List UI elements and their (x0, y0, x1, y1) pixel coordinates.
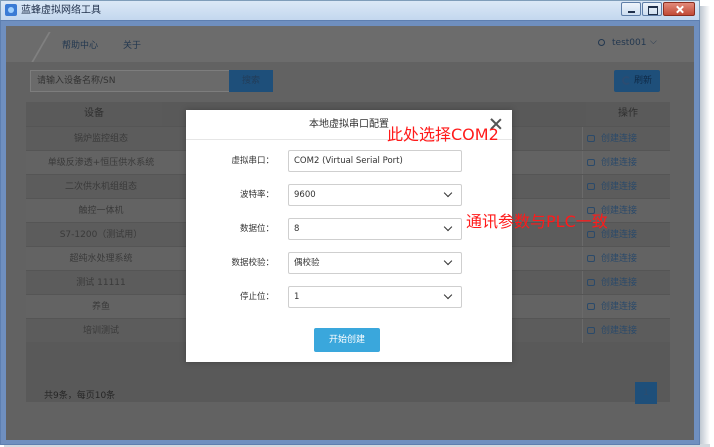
field-label-serial-port: 虚拟串口： (231, 156, 274, 166)
window-shadow-right (700, 6, 710, 446)
chevron-down-icon: ⌵ (650, 37, 657, 47)
column-header-operation: 操作 (586, 102, 670, 126)
device-name: 培训测试 (82, 326, 119, 336)
create-connection-link[interactable]: 创建连接 (582, 247, 672, 271)
parity-value: 偶校验 (294, 258, 320, 268)
link-icon (587, 159, 595, 166)
annotation-params-match-plc: 通讯参数与PLC一致 (466, 212, 608, 231)
top-nav: 帮助中心 关于 test001 ⌵ (6, 26, 694, 62)
pagination-info: 共9条，每页10条 (44, 391, 116, 401)
chevron-down-icon (443, 290, 453, 300)
close-window-button[interactable] (663, 2, 695, 16)
link-icon (587, 255, 595, 262)
stop-bits-value: 1 (294, 292, 300, 302)
chevron-down-icon (443, 188, 453, 198)
app-icon (5, 4, 17, 16)
search-button[interactable]: 搜索 (229, 70, 273, 92)
link-icon (587, 327, 595, 334)
column-header-device: 设备 (26, 102, 162, 126)
link-icon (587, 183, 595, 190)
refresh-icon (622, 76, 631, 85)
create-connection-link[interactable]: 创建连接 (582, 151, 672, 175)
device-name: 锅炉监控组态 (73, 134, 128, 144)
nav-about-link[interactable]: 关于 (123, 38, 141, 51)
link-icon (587, 303, 595, 310)
stop-bits-select[interactable]: 1 (288, 286, 462, 308)
create-connection-link[interactable]: 创建连接 (582, 127, 672, 151)
window-title: 蓝蜂虚拟网络工具 (21, 5, 101, 16)
nav-divider (31, 32, 51, 62)
link-icon (587, 135, 595, 142)
baud-rate-select[interactable]: 9600 (288, 184, 462, 206)
device-name: 单级反渗透+恒压供水系统 (47, 158, 155, 168)
create-connection-link[interactable]: 创建连接 (582, 295, 672, 319)
virtual-serial-config-dialog: 本地虚拟串口配置 虚拟串口： COM2 (Virtual Serial Port… (186, 110, 512, 362)
serial-port-value: COM2 (Virtual Serial Port) (294, 156, 403, 166)
create-connection-link[interactable]: 创建连接 (582, 319, 672, 343)
create-connection-link[interactable]: 创建连接 (582, 175, 672, 199)
device-name: 二次供水机组组态 (64, 182, 137, 192)
annotation-select-com2: 此处选择COM2 (387, 125, 499, 144)
device-name: 触控一体机 (78, 206, 124, 216)
title-bar[interactable]: 蓝蜂虚拟网络工具 (0, 0, 700, 20)
serial-port-select[interactable]: COM2 (Virtual Serial Port) (288, 150, 462, 172)
device-name: S7-1200（测试用） (59, 230, 143, 240)
field-label-parity: 数据校验： (231, 258, 274, 268)
field-label-baud-rate: 波特率： (239, 190, 274, 200)
field-label-stop-bits: 停止位： (239, 292, 274, 302)
minimize-button[interactable] (621, 2, 641, 16)
parity-select[interactable]: 偶校验 (288, 252, 462, 274)
nav-help-link[interactable]: 帮助中心 (62, 38, 98, 51)
refresh-label: 刷新 (634, 76, 653, 86)
field-label-data-bits: 数据位： (239, 224, 274, 234)
chevron-down-icon (443, 222, 453, 232)
search-input[interactable] (30, 70, 230, 92)
chevron-down-icon (443, 256, 453, 266)
app-client-area: 帮助中心 关于 test001 ⌵ 搜索 刷新 设备 操作 锅炉监控组态 创建连… (6, 26, 694, 440)
baud-rate-value: 9600 (294, 190, 316, 200)
user-icon (598, 39, 605, 46)
device-name: 测试 11111 (76, 278, 126, 288)
device-name: 超纯水处理系统 (69, 254, 133, 264)
link-icon (587, 279, 595, 286)
data-bits-value: 8 (294, 224, 300, 234)
maximize-button[interactable] (642, 2, 662, 16)
link-icon (587, 231, 595, 238)
create-connection-link[interactable]: 创建连接 (582, 271, 672, 295)
user-name: test001 (612, 38, 647, 48)
start-create-button[interactable]: 开始创建 (314, 328, 380, 352)
page-button-1[interactable]: 1 (635, 382, 657, 404)
refresh-button[interactable]: 刷新 (614, 70, 660, 92)
device-name: 养鱼 (91, 302, 110, 312)
data-bits-select[interactable]: 8 (288, 218, 462, 240)
